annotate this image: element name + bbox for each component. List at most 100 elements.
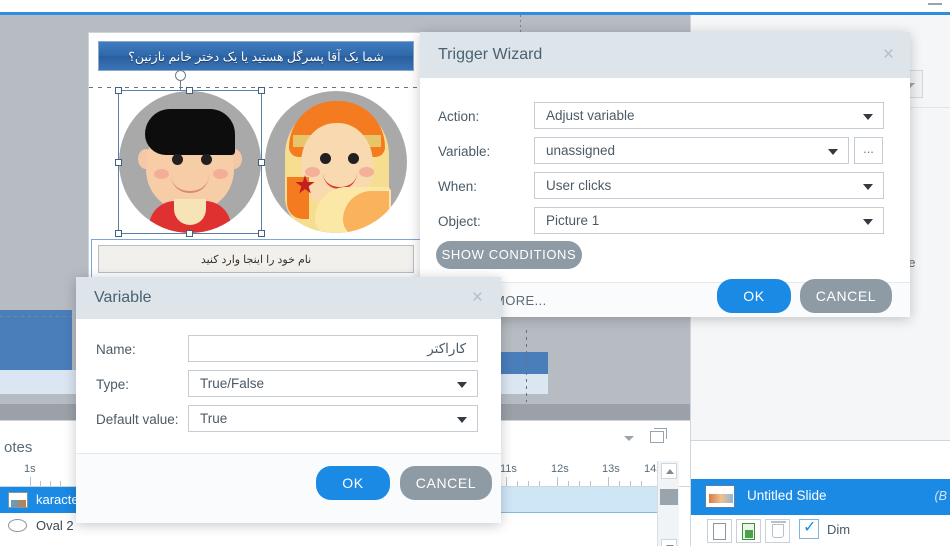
- girl-eye-right-icon: [348, 153, 359, 164]
- chevron-down-icon: [863, 219, 873, 225]
- more-link[interactable]: MORE...: [494, 293, 547, 308]
- variable-type-label: Type:: [96, 377, 130, 392]
- variable-value: unassigned: [546, 143, 616, 158]
- copy-icon[interactable]: [650, 428, 667, 443]
- variable-name-value: کاراکتر: [427, 341, 466, 356]
- scroll-up-button[interactable]: [661, 463, 677, 479]
- show-conditions-button[interactable]: SHOW CONDITIONS: [436, 241, 582, 269]
- chevron-down-icon: [457, 417, 467, 423]
- ruler-tick: [30, 477, 31, 486]
- chevron-down-icon: [863, 114, 873, 120]
- ruler-tick: [608, 477, 609, 486]
- new-slide-icon[interactable]: [707, 519, 732, 543]
- slide-question-title[interactable]: شما یک آقا پسرگل هستید یا یک دختر خانم ن…: [98, 41, 414, 71]
- trigger-wizard-header: Trigger Wizard ×: [420, 32, 910, 78]
- when-label: When:: [438, 179, 478, 194]
- duplicate-slide-icon[interactable]: [736, 519, 761, 543]
- ruler-tick-1s: 1s: [24, 463, 36, 475]
- slide-list-item[interactable]: Untitled Slide (B: [691, 479, 950, 515]
- object-select[interactable]: Picture 1: [534, 207, 884, 234]
- app-window: Triggers ue شما یک آقا پسرگل هستید یا یک…: [0, 0, 950, 546]
- chevron-down-icon[interactable]: [624, 436, 634, 441]
- resize-handle-nw[interactable]: [115, 87, 122, 94]
- dim-label: Dim: [827, 522, 851, 537]
- rotation-handle[interactable]: [175, 70, 186, 81]
- resize-handle-se[interactable]: [258, 230, 265, 237]
- resize-handle-ne[interactable]: [258, 87, 265, 94]
- timeline-scrollbar[interactable]: [657, 461, 679, 546]
- resize-handle-n[interactable]: [186, 87, 193, 94]
- variable-default-select[interactable]: True: [188, 405, 478, 432]
- dim-checkbox[interactable]: [799, 517, 819, 539]
- when-select[interactable]: User clicks: [534, 172, 884, 199]
- variable-cancel-button[interactable]: CANCEL: [400, 466, 492, 500]
- object-value: Picture 1: [546, 213, 600, 228]
- resize-handle-sw[interactable]: [115, 230, 122, 237]
- ruler-tick: [40, 481, 41, 486]
- ruler-tick: [641, 481, 642, 486]
- variable-dialog-header: Variable ×: [76, 277, 501, 319]
- ruler-tick: [557, 477, 558, 486]
- action-value: Adjust variable: [546, 108, 635, 123]
- variable-type-select[interactable]: True/False: [188, 370, 478, 397]
- girl-eye-left-icon: [320, 153, 331, 164]
- resize-handle-w[interactable]: [115, 159, 122, 166]
- scroll-down-button[interactable]: [661, 539, 677, 546]
- horizontal-guide: [89, 87, 424, 88]
- variable-ok-button[interactable]: OK: [316, 466, 390, 500]
- window-title-bar: [0, 0, 950, 12]
- ruler-tick: [517, 481, 518, 486]
- page-green-glyph: [742, 523, 755, 540]
- ruler-tick: [590, 481, 591, 486]
- ruler-tick: [506, 477, 507, 486]
- scrollbar-thumb[interactable]: [660, 489, 678, 505]
- when-value: User clicks: [546, 178, 612, 193]
- chevron-down-icon: [457, 382, 467, 388]
- ruler-tick: [50, 481, 51, 486]
- trigger-ok-button[interactable]: OK: [717, 279, 791, 313]
- slide-shape-right[interactable]: [500, 352, 548, 374]
- slide-shape-left[interactable]: [0, 310, 72, 370]
- slide-meta-label: (B: [934, 489, 948, 503]
- ruler-tick-12s: 12s: [551, 463, 569, 475]
- close-icon[interactable]: ×: [472, 288, 483, 307]
- variable-ellipsis-button[interactable]: ...: [854, 137, 883, 164]
- chevron-down-icon: [863, 184, 873, 190]
- page-glyph: [713, 523, 726, 540]
- slide-shape-right-light[interactable]: [500, 374, 548, 394]
- ruler-tick: [579, 481, 580, 486]
- ruler-tick: [60, 481, 61, 486]
- variable-select[interactable]: unassigned: [534, 137, 849, 164]
- girl-cheek-left: [305, 167, 320, 177]
- guide-dash-vertical: [526, 330, 527, 402]
- action-select[interactable]: Adjust variable: [534, 102, 884, 129]
- trash-glyph: [771, 521, 786, 538]
- minimize-icon[interactable]: [928, 3, 942, 5]
- resize-handle-e[interactable]: [258, 159, 265, 166]
- ruler-tick: [568, 481, 569, 486]
- slide-thumbnail: [705, 485, 735, 508]
- object-label: Object:: [438, 214, 481, 229]
- girl-cheek-right: [359, 167, 374, 177]
- delete-slide-icon[interactable]: [765, 519, 790, 543]
- slide-title-label: Untitled Slide: [747, 488, 827, 503]
- trigger-cancel-button[interactable]: CANCEL: [800, 279, 892, 313]
- variable-default-value: True: [200, 411, 228, 426]
- variable-name-input[interactable]: کاراکتر: [188, 335, 478, 362]
- ruler-tick: [528, 481, 529, 486]
- close-icon[interactable]: ×: [883, 45, 894, 64]
- resize-handle-s[interactable]: [186, 230, 193, 237]
- name-entry-textbox[interactable]: نام خود را اینجا وارد کنید: [98, 245, 414, 273]
- action-label: Action:: [438, 109, 480, 124]
- girl-character-avatar[interactable]: [265, 91, 407, 233]
- ruler-tick: [539, 481, 540, 486]
- slide-shape-left-light[interactable]: [0, 370, 78, 394]
- tab-notes[interactable]: otes: [4, 439, 32, 456]
- ruler-tick: [619, 481, 620, 486]
- picture-icon: [8, 492, 28, 508]
- variable-dialog-title: Variable: [94, 289, 152, 306]
- selection-bounding-box: [118, 90, 262, 234]
- trigger-wizard-dialog: Trigger Wizard × Action: Adjust variable…: [420, 32, 910, 317]
- ruler-tick-13s: 13s: [602, 463, 620, 475]
- variable-name-label: Name:: [96, 342, 136, 357]
